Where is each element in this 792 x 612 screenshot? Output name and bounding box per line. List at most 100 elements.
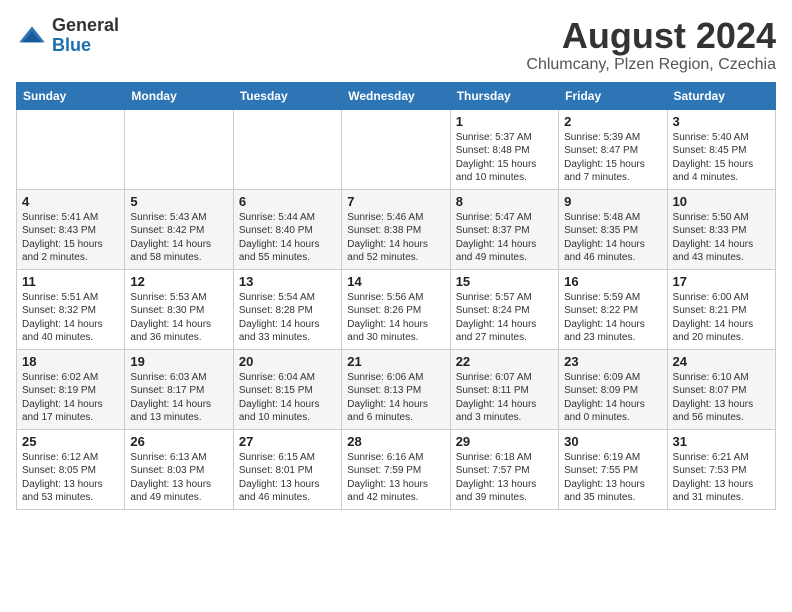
day-info: Sunrise: 6:19 AMSunset: 7:55 PMDaylight:… [564,451,661,505]
calendar-day-cell [233,109,341,189]
day-number: 9 [564,194,661,209]
day-of-week-header: Sunday [17,82,125,109]
day-info: Sunrise: 5:50 AMSunset: 8:33 PMDaylight:… [673,211,770,265]
day-info: Sunrise: 5:39 AMSunset: 8:47 PMDaylight:… [564,131,661,185]
day-number: 29 [456,434,553,449]
day-info: Sunrise: 6:15 AMSunset: 8:01 PMDaylight:… [239,451,336,505]
calendar-day-cell: 24 Sunrise: 6:10 AMSunset: 8:07 PMDayligh… [667,349,775,429]
calendar-day-cell: 1 Sunrise: 5:37 AMSunset: 8:48 PMDaylight… [450,109,558,189]
calendar-day-cell: 25 Sunrise: 6:12 AMSunset: 8:05 PMDayligh… [17,429,125,509]
day-number: 5 [130,194,227,209]
calendar-week-row: 11 Sunrise: 5:51 AMSunset: 8:32 PMDayligh… [17,269,776,349]
calendar-day-cell: 2Sunrise: 5:39 AMSunset: 8:47 PMDaylight… [559,109,667,189]
day-info: Sunrise: 5:40 AMSunset: 8:45 PMDaylight:… [673,131,770,185]
calendar-day-cell: 6 Sunrise: 5:44 AMSunset: 8:40 PMDaylight… [233,189,341,269]
day-number: 31 [673,434,770,449]
day-of-week-header: Saturday [667,82,775,109]
day-number: 14 [347,274,444,289]
day-info: Sunrise: 5:57 AMSunset: 8:24 PMDaylight:… [456,291,553,345]
calendar-day-cell: 20 Sunrise: 6:04 AMSunset: 8:15 PMDayligh… [233,349,341,429]
logo-blue: Blue [52,35,91,55]
day-info: Sunrise: 5:37 AMSunset: 8:48 PMDaylight:… [456,131,553,185]
calendar-day-cell: 14 Sunrise: 5:56 AMSunset: 8:26 PMDayligh… [342,269,450,349]
day-info: Sunrise: 5:44 AMSunset: 8:40 PMDaylight:… [239,211,336,265]
day-number: 4 [22,194,119,209]
day-info: Sunrise: 5:56 AMSunset: 8:26 PMDaylight:… [347,291,444,345]
logo-icon [16,20,48,52]
calendar-day-cell: 26Sunrise: 6:13 AMSunset: 8:03 PMDayligh… [125,429,233,509]
day-of-week-header: Friday [559,82,667,109]
day-number: 11 [22,274,119,289]
day-info: Sunrise: 5:51 AMSunset: 8:32 PMDaylight:… [22,291,119,345]
day-number: 27 [239,434,336,449]
day-number: 23 [564,354,661,369]
calendar-day-cell: 9 Sunrise: 5:48 AMSunset: 8:35 PMDaylight… [559,189,667,269]
calendar-day-cell: 7Sunrise: 5:46 AMSunset: 8:38 PMDaylight… [342,189,450,269]
day-number: 30 [564,434,661,449]
day-number: 13 [239,274,336,289]
calendar-day-cell: 10Sunrise: 5:50 AMSunset: 8:33 PMDayligh… [667,189,775,269]
calendar-day-cell: 23 Sunrise: 6:09 AMSunset: 8:09 PMDayligh… [559,349,667,429]
day-of-week-header: Monday [125,82,233,109]
day-info: Sunrise: 6:00 AMSunset: 8:21 PMDaylight:… [673,291,770,345]
calendar-week-row: 25 Sunrise: 6:12 AMSunset: 8:05 PMDayligh… [17,429,776,509]
calendar-day-cell: 31 Sunrise: 6:21 AMSunset: 7:53 PMDayligh… [667,429,775,509]
day-number: 28 [347,434,444,449]
calendar-day-cell: 8Sunrise: 5:47 AMSunset: 8:37 PMDaylight… [450,189,558,269]
calendar-day-cell: 5 Sunrise: 5:43 AMSunset: 8:42 PMDaylight… [125,189,233,269]
calendar-day-cell: 3 Sunrise: 5:40 AMSunset: 8:45 PMDaylight… [667,109,775,189]
calendar-day-cell: 15Sunrise: 5:57 AMSunset: 8:24 PMDayligh… [450,269,558,349]
day-number: 21 [347,354,444,369]
page-header: General Blue August 2024 Chlumcany, Plze… [16,16,776,74]
title-block: August 2024 Chlumcany, Plzen Region, Cze… [526,16,776,74]
calendar-day-cell [125,109,233,189]
day-info: Sunrise: 6:04 AMSunset: 8:15 PMDaylight:… [239,371,336,425]
calendar-day-cell: 27 Sunrise: 6:15 AMSunset: 8:01 PMDayligh… [233,429,341,509]
day-info: Sunrise: 5:48 AMSunset: 8:35 PMDaylight:… [564,211,661,265]
day-number: 22 [456,354,553,369]
days-header-row: SundayMondayTuesdayWednesdayThursdayFrid… [17,82,776,109]
calendar-day-cell: 16Sunrise: 5:59 AMSunset: 8:22 PMDayligh… [559,269,667,349]
day-of-week-header: Thursday [450,82,558,109]
day-number: 19 [130,354,227,369]
day-info: Sunrise: 6:10 AMSunset: 8:07 PMDaylight:… [673,371,770,425]
day-number: 18 [22,354,119,369]
location-subtitle: Chlumcany, Plzen Region, Czechia [526,56,776,74]
calendar-day-cell: 19 Sunrise: 6:03 AMSunset: 8:17 PMDayligh… [125,349,233,429]
day-info: Sunrise: 6:13 AMSunset: 8:03 PMDaylight:… [130,451,227,505]
day-info: Sunrise: 6:09 AMSunset: 8:09 PMDaylight:… [564,371,661,425]
calendar-day-cell: 12 Sunrise: 5:53 AMSunset: 8:30 PMDayligh… [125,269,233,349]
day-of-week-header: Wednesday [342,82,450,109]
calendar-day-cell [342,109,450,189]
calendar-day-cell: 30 Sunrise: 6:19 AMSunset: 7:55 PMDayligh… [559,429,667,509]
day-number: 1 [456,114,553,129]
day-number: 7 [347,194,444,209]
calendar-week-row: 18Sunrise: 6:02 AMSunset: 8:19 PMDayligh… [17,349,776,429]
day-info: Sunrise: 5:54 AMSunset: 8:28 PMDaylight:… [239,291,336,345]
day-number: 20 [239,354,336,369]
day-info: Sunrise: 6:12 AMSunset: 8:05 PMDaylight:… [22,451,119,505]
day-number: 24 [673,354,770,369]
day-number: 3 [673,114,770,129]
calendar-day-cell: 22 Sunrise: 6:07 AMSunset: 8:11 PMDayligh… [450,349,558,429]
day-info: Sunrise: 6:21 AMSunset: 7:53 PMDaylight:… [673,451,770,505]
day-info: Sunrise: 6:03 AMSunset: 8:17 PMDaylight:… [130,371,227,425]
day-number: 12 [130,274,227,289]
day-number: 17 [673,274,770,289]
calendar-day-cell: 11 Sunrise: 5:51 AMSunset: 8:32 PMDayligh… [17,269,125,349]
calendar-week-row: 1 Sunrise: 5:37 AMSunset: 8:48 PMDaylight… [17,109,776,189]
calendar-day-cell: 18Sunrise: 6:02 AMSunset: 8:19 PMDayligh… [17,349,125,429]
day-info: Sunrise: 5:43 AMSunset: 8:42 PMDaylight:… [130,211,227,265]
month-title: August 2024 [526,16,776,56]
day-info: Sunrise: 6:07 AMSunset: 8:11 PMDaylight:… [456,371,553,425]
day-info: Sunrise: 5:53 AMSunset: 8:30 PMDaylight:… [130,291,227,345]
day-info: Sunrise: 6:06 AMSunset: 8:13 PMDaylight:… [347,371,444,425]
day-info: Sunrise: 6:16 AMSunset: 7:59 PMDaylight:… [347,451,444,505]
calendar-day-cell: 13 Sunrise: 5:54 AMSunset: 8:28 PMDayligh… [233,269,341,349]
day-number: 25 [22,434,119,449]
calendar-day-cell [17,109,125,189]
day-number: 6 [239,194,336,209]
calendar-day-cell: 28 Sunrise: 6:16 AMSunset: 7:59 PMDayligh… [342,429,450,509]
calendar-week-row: 4Sunrise: 5:41 AMSunset: 8:43 PMDaylight… [17,189,776,269]
calendar-day-cell: 29Sunrise: 6:18 AMSunset: 7:57 PMDayligh… [450,429,558,509]
